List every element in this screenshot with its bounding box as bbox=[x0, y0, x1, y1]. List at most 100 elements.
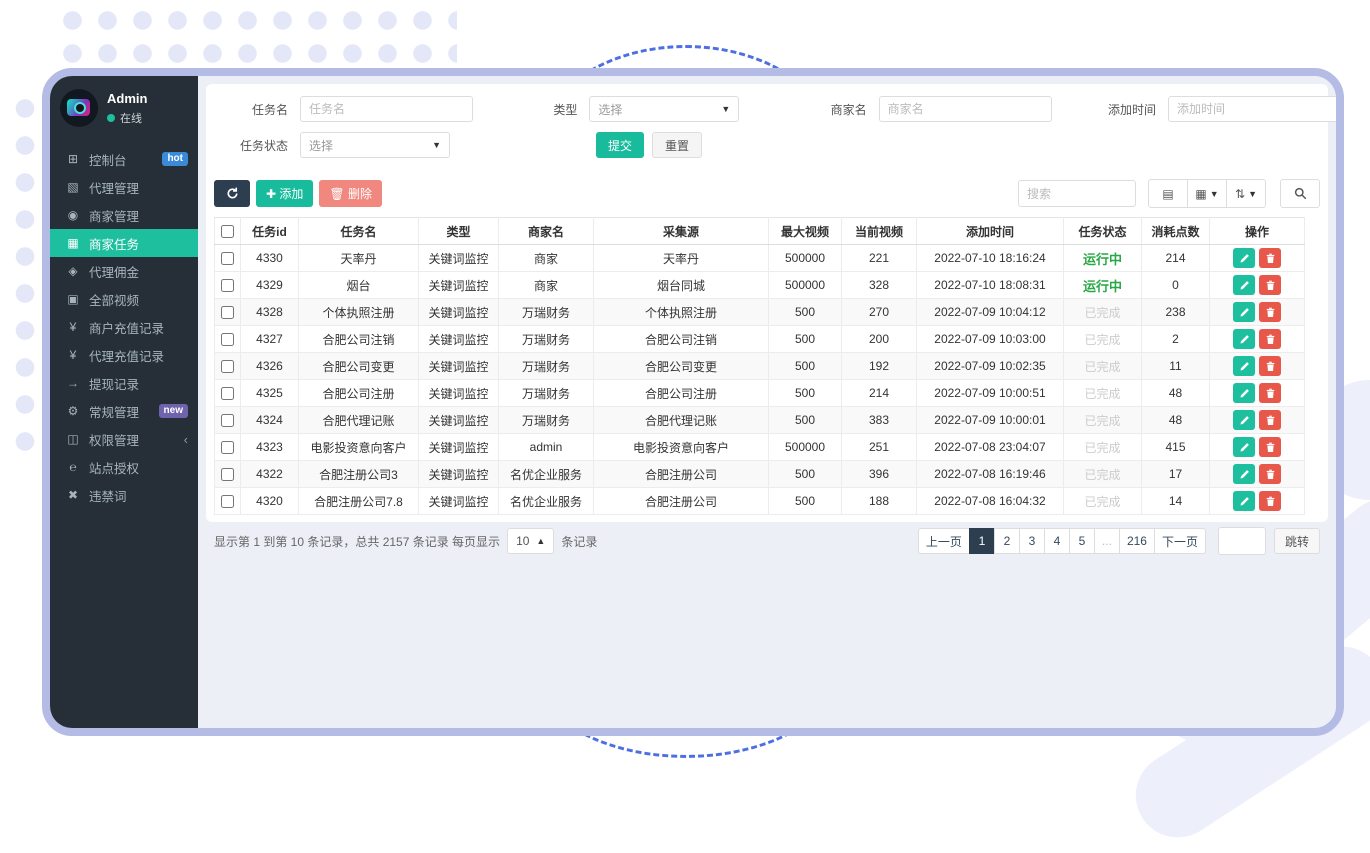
sidebar-item[interactable]: ◈代理佣金 bbox=[50, 257, 198, 285]
row-checkbox[interactable] bbox=[221, 414, 234, 427]
sidebar-item-label: 商户充值记录 bbox=[89, 318, 164, 337]
refresh-button[interactable] bbox=[214, 180, 250, 207]
row-delete-button[interactable] bbox=[1259, 275, 1281, 295]
row-checkbox[interactable] bbox=[221, 279, 234, 292]
merchant-name-input[interactable] bbox=[879, 96, 1052, 122]
table-row: 4327合肥公司注销关键词监控万瑞财务合肥公司注销5002002022-07-0… bbox=[215, 326, 1305, 353]
edit-button[interactable] bbox=[1233, 329, 1255, 349]
row-delete-button[interactable] bbox=[1259, 248, 1281, 268]
page-button[interactable]: 上一页 bbox=[918, 528, 970, 554]
sidebar-item[interactable]: ◉商家管理 bbox=[50, 201, 198, 229]
edit-button[interactable] bbox=[1233, 410, 1255, 430]
page-size-dropdown[interactable]: 10 ▲ bbox=[507, 528, 554, 554]
task-id-cell: 4320 bbox=[241, 488, 299, 515]
task-id-cell: 4322 bbox=[241, 461, 299, 488]
sidebar-item[interactable]: ⊞控制台hot bbox=[50, 145, 198, 173]
task-status-select[interactable]: 选择 ▼ bbox=[300, 132, 450, 158]
task-name-input[interactable] bbox=[300, 96, 473, 122]
page-button[interactable]: 5 bbox=[1069, 528, 1095, 554]
row-delete-button[interactable] bbox=[1259, 491, 1281, 511]
row-checkbox[interactable] bbox=[221, 468, 234, 481]
reset-button[interactable]: 重置 bbox=[652, 132, 702, 158]
type-select[interactable]: 选择 ▼ bbox=[589, 96, 739, 122]
row-delete-button[interactable] bbox=[1259, 356, 1281, 376]
table-row: 4328个体执照注册关键词监控万瑞财务个体执照注册5002702022-07-0… bbox=[215, 299, 1305, 326]
edit-button[interactable] bbox=[1233, 302, 1255, 322]
add-time-input[interactable] bbox=[1168, 96, 1341, 122]
row-checkbox[interactable] bbox=[221, 252, 234, 265]
task-name-cell: 合肥注册公司7.8 bbox=[299, 488, 419, 515]
edit-button[interactable] bbox=[1233, 356, 1255, 376]
magnifier-button[interactable] bbox=[1280, 179, 1320, 208]
export-button[interactable]: ⇅▼ bbox=[1226, 179, 1266, 208]
submit-button[interactable]: 提交 bbox=[596, 132, 644, 158]
row-checkbox[interactable] bbox=[221, 495, 234, 508]
row-checkbox[interactable] bbox=[221, 360, 234, 373]
columns-button[interactable]: ▦▼ bbox=[1187, 179, 1227, 208]
status-badge: 已完成 bbox=[1084, 414, 1120, 428]
search-input[interactable] bbox=[1018, 180, 1136, 207]
table-row: 4324合肥代理记账关键词监控万瑞财务合肥代理记账5003832022-07-0… bbox=[215, 407, 1305, 434]
max-video-cell: 500 bbox=[769, 299, 842, 326]
sidebar-item[interactable]: →提现记录 bbox=[50, 369, 198, 397]
status-badge: 已完成 bbox=[1084, 468, 1120, 482]
row-delete-button[interactable] bbox=[1259, 437, 1281, 457]
page-button[interactable]: 3 bbox=[1019, 528, 1045, 554]
page-button[interactable]: 2 bbox=[994, 528, 1020, 554]
column-header: 操作 bbox=[1210, 218, 1305, 245]
edit-button[interactable] bbox=[1233, 464, 1255, 484]
edit-button[interactable] bbox=[1233, 491, 1255, 511]
page-button[interactable]: 216 bbox=[1119, 528, 1155, 554]
sidebar-item[interactable]: ◫权限管理‹ bbox=[50, 425, 198, 453]
jump-button[interactable]: 跳转 bbox=[1274, 528, 1320, 554]
magnifier-icon bbox=[1294, 187, 1307, 200]
merchant-name-cell: admin bbox=[499, 434, 594, 461]
row-checkbox[interactable] bbox=[221, 306, 234, 319]
page-button[interactable]: 4 bbox=[1044, 528, 1070, 554]
row-checkbox[interactable] bbox=[221, 387, 234, 400]
select-all-checkbox[interactable] bbox=[221, 225, 234, 238]
page-button[interactable]: 1 bbox=[969, 528, 995, 554]
added-time-cell: 2022-07-09 10:03:00 bbox=[917, 326, 1064, 353]
row-delete-button[interactable] bbox=[1259, 464, 1281, 484]
row-delete-button[interactable] bbox=[1259, 410, 1281, 430]
row-delete-button[interactable] bbox=[1259, 329, 1281, 349]
task-type-cell: 关键词监控 bbox=[419, 380, 499, 407]
sidebar-item[interactable]: ✖违禁词 bbox=[50, 481, 198, 509]
page-button[interactable]: 下一页 bbox=[1154, 528, 1206, 554]
task-name-cell: 电影投资意向客户 bbox=[299, 434, 419, 461]
row-delete-button[interactable] bbox=[1259, 383, 1281, 403]
sidebar-item[interactable]: ℮站点授权 bbox=[50, 453, 198, 481]
jump-input[interactable] bbox=[1218, 527, 1266, 555]
sidebar-item[interactable]: ¥商户充值记录 bbox=[50, 313, 198, 341]
task-type-cell: 关键词监控 bbox=[419, 326, 499, 353]
table-header-row: 任务id任务名类型商家名采集源最大视频当前视频添加时间任务状态消耗点数操作 bbox=[215, 218, 1305, 245]
task-id-cell: 4326 bbox=[241, 353, 299, 380]
refresh-icon bbox=[226, 187, 239, 200]
operations-cell bbox=[1210, 434, 1305, 461]
merchant-name-cell: 商家 bbox=[499, 272, 594, 299]
row-delete-button[interactable] bbox=[1259, 302, 1281, 322]
row-checkbox[interactable] bbox=[221, 333, 234, 346]
sidebar-item[interactable]: ¥代理充值记录 bbox=[50, 341, 198, 369]
row-checkbox[interactable] bbox=[221, 441, 234, 454]
collect-source-cell: 合肥代理记账 bbox=[594, 407, 769, 434]
sidebar-item[interactable]: ▣全部视频 bbox=[50, 285, 198, 313]
task-status-cell: 已完成 bbox=[1064, 434, 1142, 461]
delete-button[interactable]: 🗑 删除 bbox=[319, 180, 382, 207]
add-button[interactable]: ✚ 添加 bbox=[256, 180, 313, 207]
operations-cell bbox=[1210, 326, 1305, 353]
edit-button[interactable] bbox=[1233, 248, 1255, 268]
edit-button[interactable] bbox=[1233, 437, 1255, 457]
task-type-cell: 关键词监控 bbox=[419, 299, 499, 326]
toggle-view-button[interactable]: ▤ bbox=[1148, 179, 1188, 208]
edit-button[interactable] bbox=[1233, 275, 1255, 295]
task-status-label: 任务状态 bbox=[216, 137, 288, 154]
merchant-name-cell: 万瑞财务 bbox=[499, 326, 594, 353]
sidebar-item[interactable]: ▧代理管理 bbox=[50, 173, 198, 201]
columns-icon: ▦ bbox=[1195, 187, 1206, 201]
sidebar-item[interactable]: ▦商家任务 bbox=[50, 229, 198, 257]
user-name: Admin bbox=[107, 91, 147, 107]
sidebar-item[interactable]: ⚙常规管理new bbox=[50, 397, 198, 425]
edit-button[interactable] bbox=[1233, 383, 1255, 403]
